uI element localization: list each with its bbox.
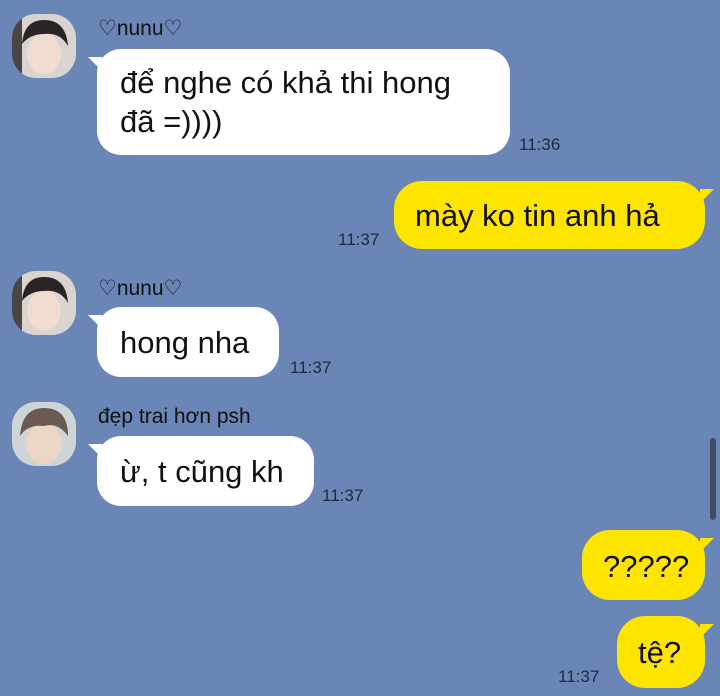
message-text: để nghe có khả thi hong (120, 65, 451, 100)
message-bubble-outgoing[interactable]: tệ? (617, 616, 714, 688)
sender-name: ♡nunu♡ (98, 277, 183, 300)
message-time: 11:36 (519, 135, 561, 154)
message-time: 11:37 (338, 230, 380, 249)
avatar-dep-trai[interactable] (12, 402, 76, 466)
message-bubble-incoming[interactable]: để nghe có khả thi hong đã =)))) (88, 49, 510, 155)
message-text: ừ, t cũng kh (120, 454, 284, 489)
message-text: ????? (603, 549, 690, 584)
message-time: 11:37 (558, 667, 600, 686)
sender-name: đẹp trai hơn psh (98, 405, 251, 428)
message-bubble-outgoing[interactable]: ????? (582, 530, 714, 600)
scrollbar[interactable] (710, 438, 716, 520)
message-bubble-incoming[interactable]: ừ, t cũng kh (88, 436, 314, 506)
message-text: tệ? (638, 635, 682, 670)
avatar-nunu[interactable] (12, 14, 76, 78)
message-bubble-incoming[interactable]: hong nha (88, 307, 279, 377)
message-text: đã =)))) (120, 104, 223, 139)
message-bubble-outgoing[interactable]: mày ko tin anh hả (394, 181, 714, 249)
message-time: 11:37 (290, 358, 332, 377)
sender-name: ♡nunu♡ (98, 17, 183, 40)
message-time: 11:37 (322, 486, 364, 505)
message-text: mày ko tin anh hả (415, 198, 660, 233)
message-text: hong nha (120, 325, 250, 360)
avatar-nunu[interactable] (12, 271, 76, 335)
